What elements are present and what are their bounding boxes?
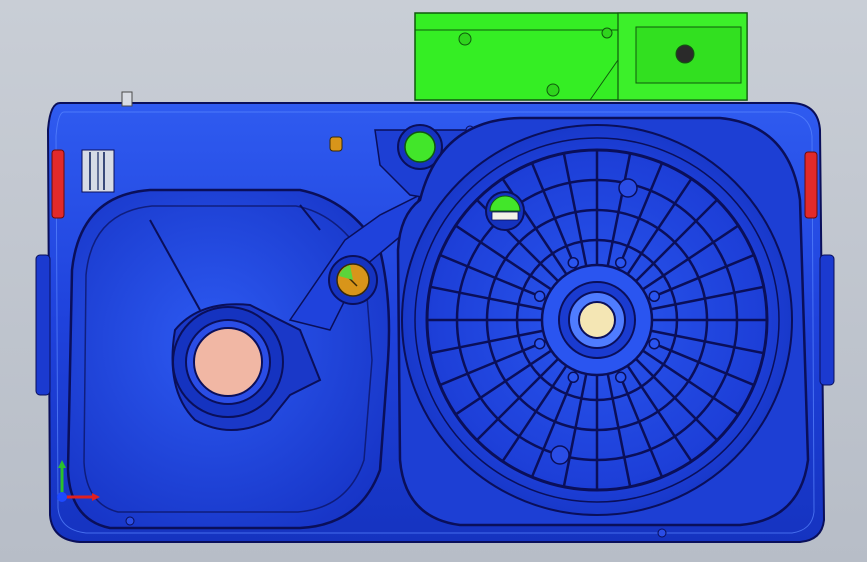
hub-bolt [533, 290, 546, 303]
hub-bolt [614, 256, 627, 269]
hub-bolt [648, 337, 661, 350]
bracket-screw [458, 32, 472, 46]
hub-bolt [648, 290, 661, 303]
hub-bolt [614, 371, 627, 384]
bracket-screw [546, 83, 560, 97]
red-side-tab-left [51, 149, 65, 219]
hub-bolt [567, 256, 580, 269]
triad-z-axis [57, 492, 67, 502]
small-clip [329, 136, 343, 152]
cad-viewport[interactable] [0, 0, 867, 562]
bracket-mount-hole [675, 44, 695, 64]
drum-housing[interactable] [396, 116, 810, 527]
outlet-port[interactable] [193, 327, 263, 397]
drum-hub[interactable] [578, 301, 616, 339]
green-bracket[interactable] [414, 12, 748, 101]
left-tank[interactable] [66, 188, 391, 530]
bracket-screw [601, 27, 613, 39]
hub-bolt [533, 337, 546, 350]
red-side-tab-right [804, 151, 818, 219]
hub-bolt [567, 371, 580, 384]
label-plate [81, 149, 115, 193]
